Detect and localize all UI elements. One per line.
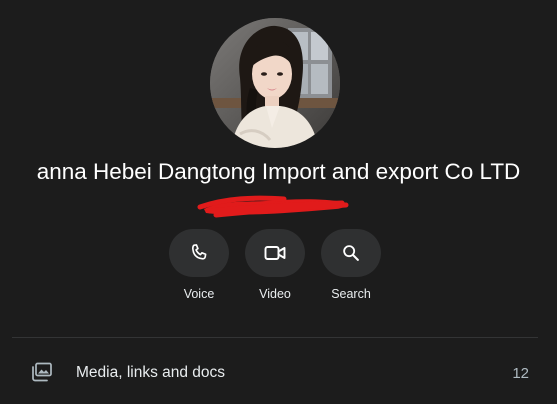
contact-info-panel: anna Hebei Dangtong Import and export Co…: [0, 0, 557, 404]
redaction-mark: [197, 195, 349, 218]
search-icon: [343, 245, 359, 261]
phone-icon: [192, 244, 207, 260]
profile-photo: [210, 18, 340, 148]
voice-call-circle[interactable]: [169, 229, 229, 277]
voice-label: Voice: [183, 287, 215, 301]
contact-name: anna Hebei Dangtong Import and export Co…: [36, 159, 521, 184]
video-label: Video: [259, 287, 291, 301]
media-links-docs-label: Media, links and docs: [76, 364, 226, 381]
video-call-button[interactable]: Video: [244, 229, 306, 302]
media-links-docs-row[interactable]: Media, links and docs 12: [0, 345, 557, 401]
section-divider: [12, 337, 538, 338]
search-button[interactable]: Search: [320, 229, 382, 302]
search-label: Search: [331, 287, 371, 301]
media-gallery-icon: [32, 362, 52, 382]
media-count: 12: [512, 365, 529, 382]
video-call-circle[interactable]: [245, 229, 305, 277]
video-camera-icon: [264, 246, 286, 260]
search-circle[interactable]: [321, 229, 381, 277]
profile-avatar[interactable]: [210, 18, 340, 148]
quick-actions: Voice Video Search: [0, 229, 557, 305]
voice-call-button[interactable]: Voice: [168, 229, 230, 302]
